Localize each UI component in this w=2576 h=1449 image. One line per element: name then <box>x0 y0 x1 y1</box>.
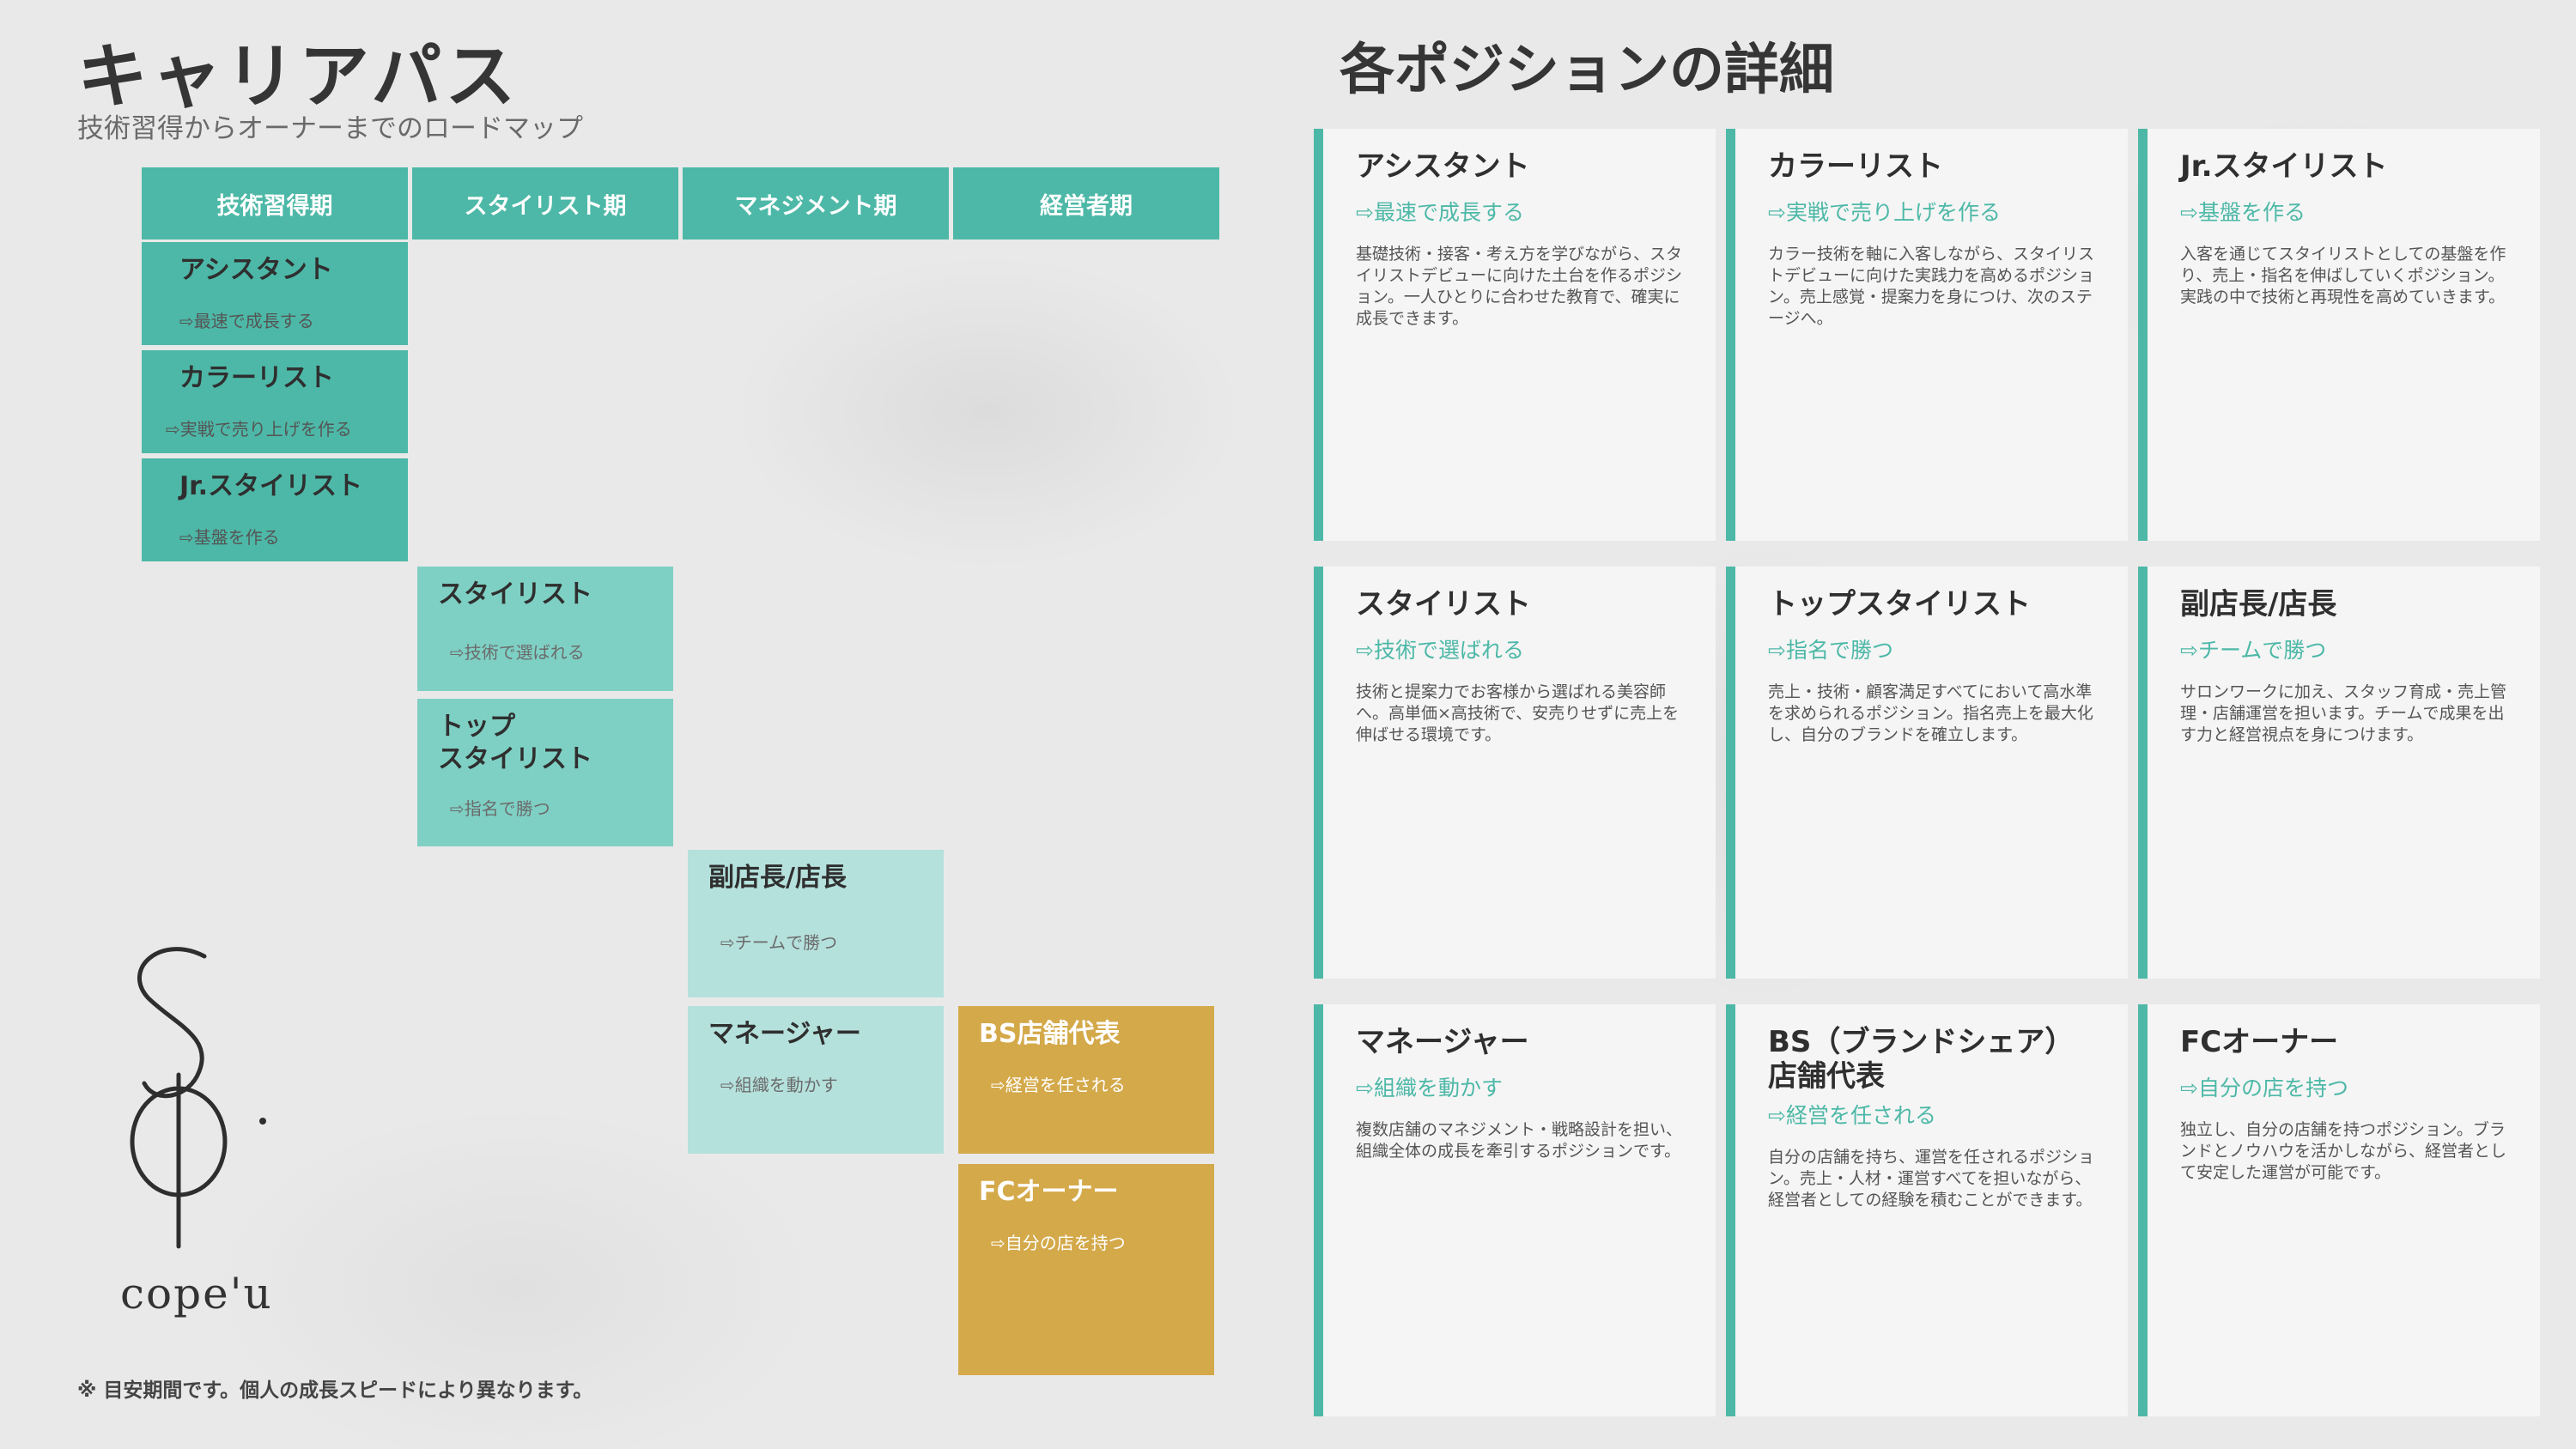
path-box-tag: ⇨指名で勝つ <box>450 798 550 819</box>
path-box-top-stylist: トップ スタイリスト ⇨指名で勝つ <box>417 699 673 846</box>
card-tag: ⇨指名で勝つ <box>1768 638 1893 663</box>
phase-header-owner: 経営者期 <box>953 167 1219 239</box>
phase-header-stylist: スタイリスト期 <box>412 167 678 239</box>
card-desc: 入客を通じてスタイリストとしての基盤を作り、売上・指名を伸ばしていくポジション。… <box>2180 245 2506 306</box>
page-subtitle: 技術習得からオーナーまでのロードマップ <box>77 113 583 144</box>
card-name: トップスタイリスト <box>1768 587 2031 621</box>
path-box-tag: ⇨チームで勝つ <box>720 932 838 953</box>
detail-card-jr-stylist: Jr.スタイリスト ⇨基盤を作る 入客を通じてスタイリストとしての基盤を作り、売… <box>2138 129 2540 541</box>
card-name: カラーリスト <box>1768 149 1943 184</box>
phase-header-skill: 技術習得期 <box>142 167 408 239</box>
phase-header-management: マネジメント期 <box>683 167 949 239</box>
path-box-stylist: スタイリスト ⇨技術で選ばれる <box>417 567 673 691</box>
path-box-manager: マネージャー ⇨組織を動かす <box>688 1006 944 1154</box>
path-box-jr-stylist: Jr.スタイリスト ⇨基盤を作る <box>142 458 408 561</box>
detail-card-colorist: カラーリスト ⇨実戦で売り上げを作る カラー技術を軸に入客しながら、スタイリスト… <box>1726 129 2128 541</box>
path-box-name: マネージャー <box>708 1019 861 1049</box>
brand-logo-text: cope'u <box>120 1269 273 1319</box>
detail-card-manager: マネージャー ⇨組織を動かす 複数店舗のマネジメント・戦略設計を担い、組織全体の… <box>1314 1004 1716 1416</box>
card-tag: ⇨経営を任される <box>1768 1103 1936 1128</box>
detail-card-stylist: スタイリスト ⇨技術で選ばれる 技術と提案力でお客様から選ばれる美容師へ。高単価… <box>1314 567 1716 979</box>
card-desc: カラー技術を軸に入客しながら、スタイリストデビューに向けた実践力を高めるポジショ… <box>1768 245 2095 328</box>
path-box-name: Jr.スタイリスト <box>179 471 363 501</box>
card-desc: 基礎技術・接客・考え方を学びながら、スタイリストデビューに向けた土台を作るポジシ… <box>1356 245 1683 328</box>
path-box-name: トップ スタイリスト <box>438 712 592 774</box>
path-box-tag: ⇨経営を任される <box>991 1075 1126 1095</box>
path-box-tag: ⇨基盤を作る <box>179 527 280 548</box>
card-tag: ⇨実戦で売り上げを作る <box>1768 200 2001 225</box>
card-tag: ⇨技術で選ばれる <box>1356 638 1524 663</box>
path-box-name: アシスタント <box>179 255 333 285</box>
path-box-name: FCオーナー <box>979 1177 1119 1207</box>
card-tag: ⇨最速で成長する <box>1356 200 1524 225</box>
path-box-name: BS店舗代表 <box>979 1019 1121 1049</box>
detail-card-store-manager: 副店長/店長 ⇨チームで勝つ サロンワークに加え、スタッフ育成・売上管理・店舗運… <box>2138 567 2540 979</box>
card-desc: 技術と提案力でお客様から選ばれる美容師へ。高単価×高技術で、安売りせずに売上を伸… <box>1356 682 1680 744</box>
card-name: マネージャー <box>1356 1025 1529 1059</box>
card-desc: 独立し、自分の店舗を持つポジション。ブランドとノウハウを活かしながら、経営者とし… <box>2180 1120 2507 1182</box>
detail-card-top-stylist: トップスタイリスト ⇨指名で勝つ 売上・技術・顧客満足すべてにおいて高水準を求め… <box>1726 567 2128 979</box>
card-tag: ⇨基盤を作る <box>2180 200 2306 225</box>
card-name: Jr.スタイリスト <box>2180 149 2388 184</box>
card-name: BS（ブランドシェア） 店舗代表 <box>1768 1025 2075 1094</box>
path-box-bs-store-rep: BS店舗代表 ⇨経営を任される <box>958 1006 1214 1154</box>
path-box-store-manager: 副店長/店長 ⇨チームで勝つ <box>688 850 944 997</box>
details-title: 各ポジションの詳細 <box>1340 39 1834 102</box>
path-box-tag: ⇨技術で選ばれる <box>450 642 585 663</box>
path-box-tag: ⇨最速で成長する <box>179 311 314 331</box>
detail-card-fc-owner: FCオーナー ⇨自分の店を持つ 独立し、自分の店舗を持つポジション。ブランドとノ… <box>2138 1004 2540 1416</box>
card-desc: 複数店舗のマネジメント・戦略設計を担い、組織全体の成長を牽引するポジションです。 <box>1356 1120 1683 1161</box>
card-name: スタイリスト <box>1356 587 1531 621</box>
path-box-assistant: アシスタント ⇨最速で成長する <box>142 242 408 345</box>
card-name: FCオーナー <box>2180 1025 2339 1059</box>
card-desc: サロンワークに加え、スタッフ育成・売上管理・店舗運営を担います。チームで成果を出… <box>2180 682 2507 744</box>
path-box-tag: ⇨自分の店を持つ <box>991 1233 1126 1253</box>
card-desc: 自分の店舗を持ち、運営を任されるポジション。売上・人材・運営すべてを担いながら、… <box>1768 1148 2095 1210</box>
path-box-colorist: カラーリスト ⇨実戦で売り上げを作る <box>142 350 408 453</box>
path-box-name: スタイリスト <box>438 579 592 609</box>
detail-card-bs-store-rep: BS（ブランドシェア） 店舗代表 ⇨経営を任される 自分の店舗を持ち、運営を任さ… <box>1726 1004 2128 1416</box>
card-tag: ⇨組織を動かす <box>1356 1076 1503 1100</box>
path-box-tag: ⇨実戦で売り上げを作る <box>166 419 352 440</box>
path-box-fc-owner: FCオーナー ⇨自分の店を持つ <box>958 1164 1214 1375</box>
detail-card-assistant: アシスタント ⇨最速で成長する 基礎技術・接客・考え方を学びながら、スタイリスト… <box>1314 129 1716 541</box>
card-tag: ⇨自分の店を持つ <box>2180 1076 2348 1100</box>
footnote: ※ 目安期間です。個人の成長スピードにより異なります。 <box>77 1379 593 1402</box>
card-desc: 売上・技術・顧客満足すべてにおいて高水準を求められるポジション。指名売上を最大化… <box>1768 682 2093 744</box>
path-box-name: 副店長/店長 <box>708 863 847 893</box>
path-box-tag: ⇨組織を動かす <box>720 1075 838 1095</box>
card-tag: ⇨チームで勝つ <box>2180 638 2327 663</box>
card-name: アシスタント <box>1356 149 1530 184</box>
path-box-name: カラーリスト <box>179 363 334 393</box>
card-name: 副店長/店長 <box>2180 587 2337 621</box>
